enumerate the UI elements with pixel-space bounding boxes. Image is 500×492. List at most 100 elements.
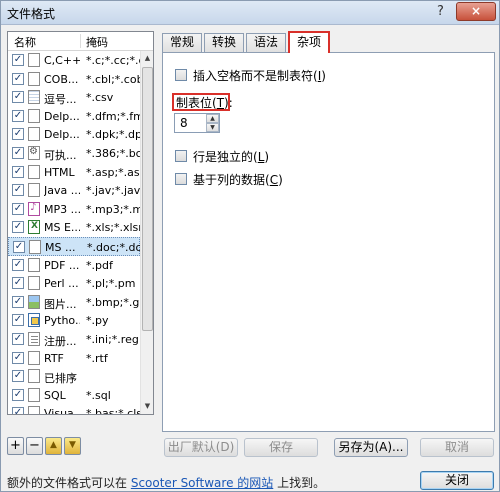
- picture-icon: [28, 294, 40, 309]
- format-mask: *.sql: [86, 388, 111, 402]
- format-mask: *.ini;*.reg: [86, 332, 139, 346]
- list-item[interactable]: ✓ Delp... *.dfm;*.fm...: [8, 107, 140, 126]
- enabled-checkbox[interactable]: ✓: [12, 202, 24, 215]
- list-item[interactable]: ✓ 图片... *.bmp;*.gi...: [8, 293, 140, 312]
- tab-general[interactable]: 常规: [162, 33, 202, 52]
- word-icon: [29, 239, 41, 254]
- format-mask: *.pdf: [86, 258, 113, 272]
- list-item[interactable]: ✓ C,C++... *.c;*.cc;*.c...: [8, 51, 140, 70]
- column-header-mask[interactable]: 掩码: [86, 34, 108, 50]
- format-name: 已排序: [44, 372, 77, 386]
- factory-default-button[interactable]: 出厂默认(D): [164, 438, 238, 457]
- insert-spaces-label[interactable]: 插入空格而不是制表符(I): [193, 67, 326, 84]
- document-icon: [28, 350, 40, 365]
- enabled-checkbox[interactable]: ✓: [12, 277, 24, 290]
- move-up-button[interactable]: ▲: [45, 437, 62, 455]
- add-format-button[interactable]: +: [7, 437, 24, 455]
- column-header-name[interactable]: 名称: [14, 34, 36, 50]
- close-button[interactable]: 关闭: [420, 471, 494, 490]
- list-item[interactable]: ✓ Perl ... *.pl;*.pm: [8, 274, 140, 293]
- excel-icon: [28, 220, 40, 235]
- script-icon: [28, 331, 40, 346]
- format-mask: *.mp3;*.m...: [86, 202, 140, 216]
- spin-up-icon[interactable]: ▲: [206, 114, 219, 123]
- format-list[interactable]: 名称 掩码 ✓ C,C++... *.c;*.cc;*.c... ✓ COB... *.c…: [7, 31, 154, 415]
- list-item[interactable]: ✓ 可执... *.386;*.bc...: [8, 144, 140, 163]
- list-item[interactable]: ✓ 逗号... *.csv: [8, 88, 140, 107]
- format-mask: *.dpk;*.dp...: [86, 128, 140, 142]
- save-as-button[interactable]: 另存为(A)...: [334, 438, 408, 457]
- enabled-checkbox[interactable]: ✓: [12, 258, 24, 271]
- enabled-checkbox[interactable]: ✓: [12, 184, 24, 197]
- document-icon: [28, 369, 40, 384]
- column-based-checkbox[interactable]: [175, 173, 187, 185]
- lines-independent-label[interactable]: 行是独立的(L): [193, 148, 269, 165]
- enabled-checkbox[interactable]: ✓: [12, 295, 24, 308]
- list-item[interactable]: ✓ MS E... *.xls;*.xlsm: [8, 218, 140, 237]
- enabled-checkbox[interactable]: ✓: [12, 109, 24, 122]
- document-icon: [28, 387, 40, 402]
- tab-grammar[interactable]: 语法: [246, 33, 286, 52]
- format-mask: *.386;*.bc...: [86, 146, 140, 160]
- lines-independent-checkbox[interactable]: [175, 150, 187, 162]
- list-item[interactable]: ✓ Delp... *.dpk;*.dp...: [8, 125, 140, 144]
- enabled-checkbox[interactable]: ✓: [12, 72, 24, 85]
- cancel-button[interactable]: 取消: [420, 438, 494, 457]
- list-item[interactable]: ✓ 已排序: [8, 367, 140, 386]
- format-mask: *.rtf: [86, 351, 108, 365]
- help-icon[interactable]: ?: [437, 4, 444, 19]
- enabled-checkbox[interactable]: ✓: [12, 146, 24, 159]
- list-item[interactable]: ✓ MS ... *.doc;*.do...: [8, 236, 141, 256]
- list-item[interactable]: ✓ SQL *.sql: [8, 386, 140, 405]
- list-item[interactable]: ✓ Visua... *.bas;*.cls;...: [8, 404, 140, 414]
- document-icon: [28, 71, 40, 86]
- enabled-checkbox[interactable]: ✓: [12, 370, 24, 383]
- format-mask: *.c;*.cc;*.c...: [86, 54, 140, 67]
- list-item[interactable]: ✓ PDF ... *.pdf: [8, 256, 140, 275]
- spin-down-icon[interactable]: ▼: [206, 123, 219, 132]
- list-item[interactable]: ✓ COB... *.cbl;*.cob...: [8, 70, 140, 89]
- insert-spaces-checkbox[interactable]: [175, 69, 187, 81]
- list-item[interactable]: ✓ Java ... *.jav;*.java: [8, 181, 140, 200]
- document-icon: [28, 276, 40, 291]
- move-down-button[interactable]: ▼: [64, 437, 81, 455]
- list-item[interactable]: ✓ Pytho... *.py: [8, 311, 140, 330]
- format-name: 逗号...: [44, 93, 77, 107]
- list-rows: ✓ C,C++... *.c;*.cc;*.c... ✓ COB... *.cbl;*.c…: [8, 51, 141, 414]
- enabled-checkbox[interactable]: ✓: [12, 388, 24, 401]
- enabled-checkbox[interactable]: ✓: [12, 128, 24, 141]
- enabled-checkbox[interactable]: ✓: [12, 165, 24, 178]
- title-bar: 文件格式 ? ×: [1, 1, 499, 25]
- enabled-checkbox[interactable]: ✓: [12, 54, 24, 66]
- list-item[interactable]: ✓ 注册... *.ini;*.reg: [8, 330, 140, 349]
- tab-conversion[interactable]: 转换: [204, 33, 244, 52]
- scooter-website-link[interactable]: Scooter Software 的网站: [131, 476, 273, 490]
- column-based-label[interactable]: 基于列的数据(C): [193, 171, 283, 188]
- enabled-checkbox[interactable]: ✓: [12, 221, 24, 234]
- remove-format-button[interactable]: −: [26, 437, 43, 455]
- list-item[interactable]: ✓ RTF *.rtf: [8, 349, 140, 368]
- enabled-checkbox[interactable]: ✓: [12, 91, 24, 104]
- list-scrollbar[interactable]: ▲ ▼: [140, 51, 153, 414]
- format-name: COB...: [44, 72, 79, 86]
- scroll-up-icon[interactable]: ▲: [141, 51, 153, 66]
- format-name: 可执...: [44, 148, 77, 162]
- window-close-button[interactable]: ×: [456, 2, 496, 21]
- tab-misc[interactable]: 杂项: [288, 31, 330, 53]
- list-item[interactable]: ✓ MP3 ... *.mp3;*.m...: [8, 200, 140, 219]
- tab-stop-label: 制表位(T):: [176, 96, 233, 110]
- tab-stop-spinner[interactable]: 8 ▲ ▼: [174, 113, 220, 133]
- column-divider[interactable]: [80, 34, 81, 48]
- enabled-checkbox[interactable]: ✓: [13, 240, 25, 253]
- format-mask: *.doc;*.do...: [87, 240, 141, 254]
- enabled-checkbox[interactable]: ✓: [12, 351, 24, 364]
- enabled-checkbox[interactable]: ✓: [12, 314, 24, 327]
- enabled-checkbox[interactable]: ✓: [12, 332, 24, 345]
- enabled-checkbox[interactable]: ✓: [12, 407, 24, 414]
- tab-stop-value[interactable]: 8: [180, 116, 188, 130]
- list-item[interactable]: ✓ HTML *.asp;*.asc: [8, 163, 140, 182]
- format-name: Pytho...: [44, 314, 80, 328]
- scroll-thumb[interactable]: [142, 67, 153, 331]
- scroll-down-icon[interactable]: ▼: [141, 399, 153, 414]
- save-button[interactable]: 保存: [244, 438, 318, 457]
